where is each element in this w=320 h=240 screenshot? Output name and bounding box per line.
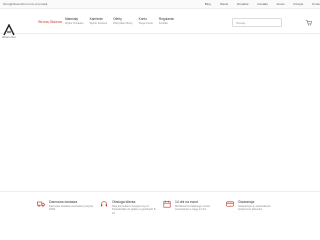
top-link-konto[interactable]: Konto — [277, 2, 285, 6]
top-link-blog[interactable]: Blog — [205, 2, 211, 6]
feature-title: Gwarancja — [238, 200, 255, 204]
top-link-konto-2[interactable]: Konto — [312, 2, 320, 6]
nav-item-regulamin[interactable]: Regulamin Kontakt — [158, 17, 175, 26]
cart-icon[interactable] — [305, 19, 312, 26]
feature-title: Obsługa klienta — [112, 200, 136, 204]
nav-item-sub: Wybór Produktu — [65, 21, 84, 25]
nav-item-konto[interactable]: Konto Twoje Konto — [138, 17, 153, 26]
search-placeholder: Szukaj... — [236, 21, 248, 26]
feature-title: 14 dni na zwrot — [175, 200, 198, 204]
feature-desc: Darmowa dostawa zamówień powyżej 300zł — [49, 205, 93, 212]
truck-icon — [37, 201, 45, 207]
headset-icon — [100, 201, 108, 207]
feature-customer-service: Obsługa klienta Nasi konsultanci dostępn… — [100, 200, 158, 224]
nav-item-sub: Wszystkie Oferty — [113, 21, 133, 25]
main-navbar: drewno hurt Strona Główna Materiały Wybó… — [0, 11, 320, 39]
feature-free-delivery: Darmowa dostawa Darmowa dostawa zamówień… — [37, 200, 95, 224]
top-link-koszyk[interactable]: Koszyk — [293, 2, 303, 6]
features-strip: Darmowa dostawa Darmowa dostawa zamówień… — [0, 191, 320, 226]
nav-item-label: Materiały — [65, 17, 78, 21]
feature-desc: Nasi konsultanci dostępni są od Poniedzi… — [112, 205, 157, 215]
top-link-doradca[interactable]: Doradca — [237, 2, 248, 6]
search-input[interactable]: Szukaj... — [232, 18, 282, 27]
top-bar: biuro@drewnohurt.com.pl (email) Blog Ofe… — [0, 0, 320, 9]
feature-desc: Gwarantujemy zadowolenie i bezpieczne pł… — [238, 205, 272, 212]
nav-home-link[interactable]: Strona Główna — [38, 20, 62, 24]
logo-mark-icon — [3, 23, 15, 36]
nav-item-label: Regulamin — [158, 17, 175, 21]
nav-item-kamienie[interactable]: Kamienie Wybór Kamieni — [89, 17, 108, 26]
calendar-icon — [163, 200, 171, 208]
logo-subtitle: drewno hurt — [2, 36, 16, 39]
nav-item-sub: Wybór Kamieni — [89, 21, 108, 25]
nav-item-label: Konto — [138, 17, 147, 21]
nav-item-oferty[interactable]: Oferty Wszystkie Oferty — [113, 17, 133, 26]
feature-title: Darmowa dostawa — [49, 200, 78, 204]
nav-item-label: Kamienie — [89, 17, 103, 21]
card-icon — [226, 201, 234, 207]
top-links: Blog Oferta Doradca Kontakt Konto Koszyk… — [205, 2, 320, 6]
nav-item-sub: Twoje Konto — [138, 21, 153, 25]
top-link-kontakt[interactable]: Kontakt — [257, 2, 267, 6]
nav-item-sub: Kontakt — [158, 21, 168, 25]
feature-returns: 14 dni na zwrot Możliwość bezpłatnego zw… — [163, 200, 221, 224]
feature-desc: Możliwość bezpłatnego zwrotu zamówienia … — [175, 205, 211, 212]
site-logo[interactable]: drewno hurt — [2, 23, 16, 43]
nav-item-label: Oferty — [113, 17, 122, 21]
nav-menu: Materiały Wybór Produktu Kamienie Wybór … — [65, 17, 175, 26]
feature-guarantee: Gwarancja Gwarantujemy zadowolenie i bez… — [226, 200, 284, 224]
nav-item-materialy[interactable]: Materiały Wybór Produktu — [65, 17, 84, 26]
top-link-oferta[interactable]: Oferta — [220, 2, 228, 6]
contact-email[interactable]: biuro@drewnohurt.com.pl (email) — [3, 2, 47, 6]
